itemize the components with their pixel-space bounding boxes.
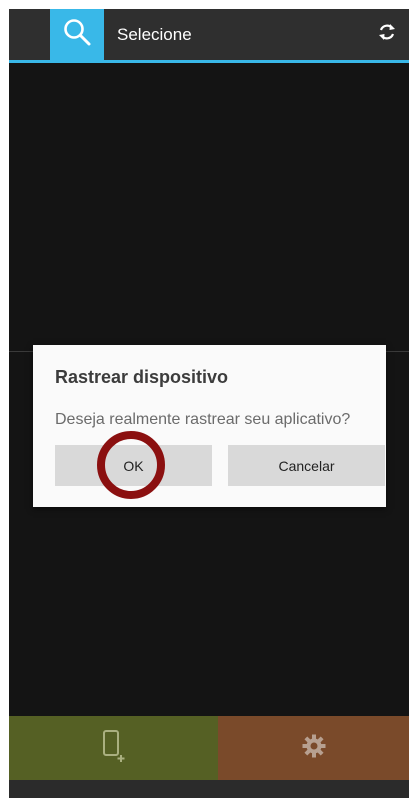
app-screen: Selecione Rastrear dispositivo Deseja re… (9, 9, 409, 798)
dialog-title: Rastrear dispositivo (55, 367, 229, 387)
settings-button[interactable] (218, 716, 409, 780)
bottom-nav (9, 716, 409, 780)
cancel-button[interactable]: Cancelar (228, 445, 385, 486)
dialog-message: Deseja realmente rastrear seu aplicativo… (55, 411, 351, 428)
gear-icon (301, 733, 327, 764)
track-device-dialog: Rastrear dispositivo Deseja realmente ra… (33, 345, 386, 507)
search-button[interactable] (50, 9, 104, 60)
add-device-icon (100, 729, 128, 768)
add-device-button[interactable] (9, 716, 218, 780)
system-nav-strip (9, 780, 409, 798)
search-icon (62, 17, 92, 52)
ok-button[interactable]: OK (55, 445, 212, 486)
refresh-button[interactable] (367, 9, 407, 60)
app-bar: Selecione (9, 9, 409, 63)
app-bar-title: Selecione (117, 25, 192, 44)
refresh-icon (377, 22, 397, 47)
